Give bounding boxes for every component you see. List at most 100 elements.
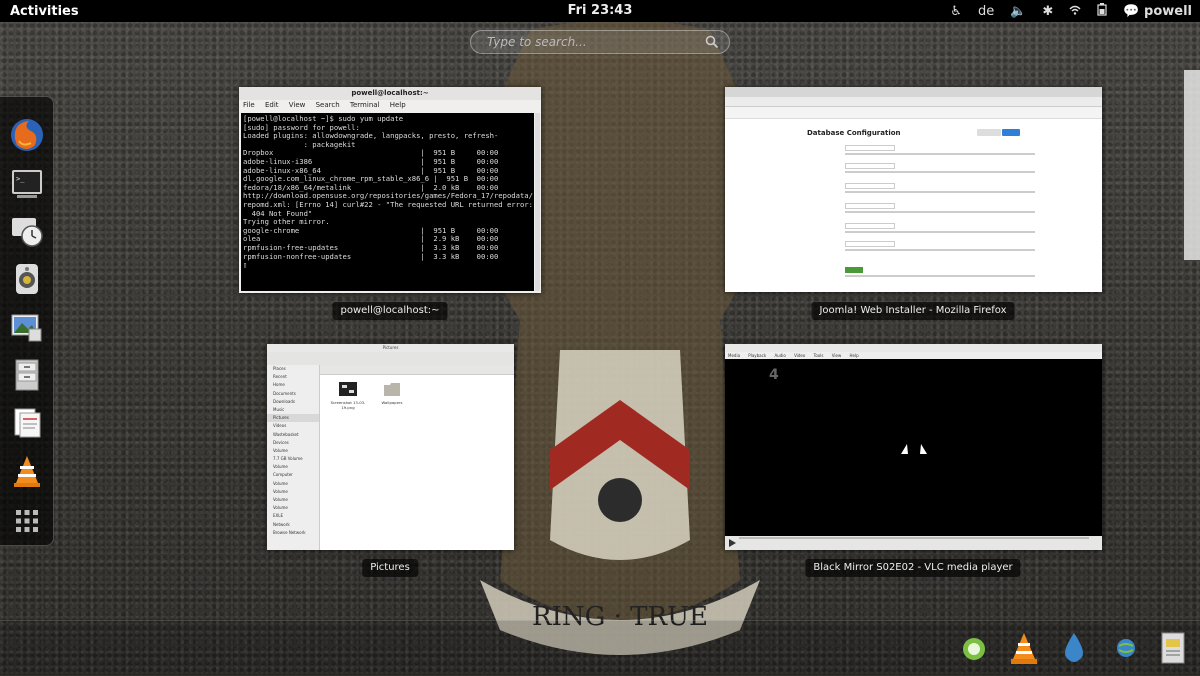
- browser-tabs: [725, 87, 1102, 97]
- seek-bar: [739, 537, 1089, 539]
- terminal-icon[interactable]: >_: [9, 165, 45, 201]
- menu-help: Help: [849, 353, 859, 358]
- message-tray: [0, 620, 1200, 676]
- previous-button: [977, 129, 1001, 136]
- accessibility-icon[interactable]: ♿: [950, 4, 962, 19]
- notes-icon[interactable]: [1158, 631, 1188, 665]
- files-tabs: [320, 365, 514, 375]
- folder-item: Wallpapers: [372, 381, 412, 405]
- sidebar-header-places: Places: [273, 366, 286, 371]
- sidebar-item-volume: Volume: [273, 480, 288, 486]
- terminal-scrollbar[interactable]: [535, 113, 540, 291]
- menu-video: Video: [794, 353, 806, 358]
- firefox-icon[interactable]: [9, 117, 45, 153]
- menu-file: File: [243, 101, 255, 109]
- vlc-menubar: Media Playback Audio Video Tools View He…: [725, 352, 1102, 359]
- channel-logo-icon: 4: [769, 367, 779, 382]
- svg-text:4: 4: [769, 367, 779, 382]
- window-label-vlc[interactable]: Black Mirror S02E02 - VLC media player: [805, 559, 1021, 577]
- bluetooth-icon[interactable]: ✱: [1042, 4, 1053, 19]
- dropbox-drop-icon[interactable]: [1060, 631, 1088, 665]
- user-menu[interactable]: 💬 powell: [1123, 4, 1192, 19]
- text-editor-icon[interactable]: [9, 405, 45, 441]
- files-view: Screenshot 13-03-19.png Wallpapers: [320, 365, 514, 550]
- files-toolbar: [267, 352, 514, 366]
- workspace-preview[interactable]: [1184, 70, 1200, 260]
- search-input[interactable]: [485, 34, 705, 50]
- vlc-tray-icon[interactable]: [1008, 631, 1040, 665]
- search-icon: [705, 35, 719, 49]
- window-title: powell@localhost:~: [239, 87, 541, 100]
- volume-icon[interactable]: 🔈: [1010, 4, 1026, 19]
- user-name: powell: [1144, 3, 1192, 19]
- vlc-icon[interactable]: [9, 453, 45, 489]
- sidebar-item-pictures: Pictures: [267, 414, 319, 423]
- terminal-window-thumbnail[interactable]: powell@localhost:~ File Edit View Search…: [239, 87, 541, 293]
- dash: >_: [0, 96, 54, 546]
- page-heading: Database Configuration: [807, 129, 901, 137]
- sidebar-item-videos: Videos: [273, 423, 287, 429]
- window-label-firefox[interactable]: Joomla! Web Installer - Mozilla Firefox: [811, 302, 1015, 320]
- menu-terminal: Terminal: [349, 101, 380, 109]
- vlc-window-thumbnail[interactable]: Media Playback Audio Video Tools View He…: [725, 344, 1102, 550]
- clock-button[interactable]: Fri 23:43: [568, 3, 633, 18]
- sidebar-item-volume: Volume: [273, 497, 288, 502]
- keyboard-layout-indicator[interactable]: de: [978, 4, 994, 19]
- sidebar-header-devices: Devices: [273, 439, 289, 445]
- file-name: Screenshot 13-03-19.png: [330, 400, 366, 410]
- menu-playback: Playback: [748, 353, 767, 358]
- activities-button[interactable]: Activities: [0, 4, 89, 19]
- sidebar-item-browse-network: Browse Network: [273, 529, 306, 535]
- sidebar-item-volume: 7.7 GB Volume: [273, 456, 303, 462]
- top-bar: Activities Fri 23:43 ♿ de 🔈 ✱ 💬 powell: [0, 0, 1200, 22]
- speaker-icon[interactable]: [9, 261, 45, 297]
- folder-icon: [384, 383, 400, 396]
- installer-steps: [725, 107, 1102, 119]
- terminal-output: [powell@localhost ~]$ sudo yum update [su…: [241, 113, 534, 291]
- search-box[interactable]: [470, 30, 730, 54]
- files-window-thumbnail[interactable]: Pictures Places Recent Home Documents Do…: [267, 344, 514, 550]
- sidebar-item-exle: EXLE: [273, 513, 284, 519]
- menu-help: Help: [389, 101, 406, 109]
- sidebar-item-music: Music: [273, 406, 285, 412]
- play-icon: [729, 539, 736, 547]
- menu-edit: Edit: [264, 101, 279, 109]
- sidebar-item-downloads: Downloads: [273, 398, 295, 404]
- image-viewer-icon[interactable]: [9, 309, 45, 345]
- battery-icon[interactable]: [1097, 2, 1107, 20]
- image-file-icon: [339, 382, 357, 396]
- menu-view: View: [288, 101, 306, 109]
- sidebar-item-recent: Recent: [273, 374, 287, 380]
- next-button: [1002, 129, 1020, 136]
- window-titlebar: [725, 344, 1102, 352]
- system-tray: ♿ de 🔈 ✱ 💬 powell: [950, 0, 1192, 22]
- menu-media: Media: [728, 353, 741, 358]
- sidebar-item-volume: Volume: [273, 488, 288, 494]
- clock-icon[interactable]: [9, 213, 45, 249]
- browser-navbar: [725, 97, 1102, 107]
- window-label-terminal[interactable]: powell@localhost:~: [332, 302, 448, 320]
- sidebar-item-volume: Volume: [273, 447, 288, 453]
- window-label-files[interactable]: Pictures: [362, 559, 418, 577]
- file-cabinet-icon[interactable]: [9, 357, 45, 393]
- terminal-menubar: File Edit View Search Terminal Help: [239, 100, 541, 111]
- sidebar-item-home: Home: [273, 382, 285, 388]
- sidebar-item-documents: Documents: [273, 390, 296, 396]
- user-icon: 💬: [1123, 3, 1140, 19]
- wifi-icon[interactable]: [1069, 4, 1081, 19]
- firefox-window-thumbnail[interactable]: Database Configuration: [725, 87, 1102, 292]
- files-sidebar: Places Recent Home Documents Downloads M…: [267, 365, 320, 550]
- sidebar-header-network: Network: [273, 521, 290, 527]
- svg-text:>_: >_: [16, 175, 25, 183]
- sidebar-item-volume: Volume: [273, 464, 288, 470]
- window-title: Pictures: [267, 344, 514, 352]
- menu-audio: Audio: [774, 353, 786, 358]
- network-globe-icon[interactable]: [1115, 637, 1137, 659]
- folder-name: Wallpapers: [381, 400, 403, 405]
- video-eyes-icon: [901, 444, 927, 454]
- file-item: Screenshot 13-03-19.png: [328, 381, 368, 410]
- show-applications-icon[interactable]: [9, 503, 45, 539]
- terminal-line: rpmfusion-nonfree-updates | 3.3 kB 00:00: [243, 251, 499, 261]
- menu-search: Search: [315, 101, 340, 109]
- pidgin-icon[interactable]: [960, 635, 988, 663]
